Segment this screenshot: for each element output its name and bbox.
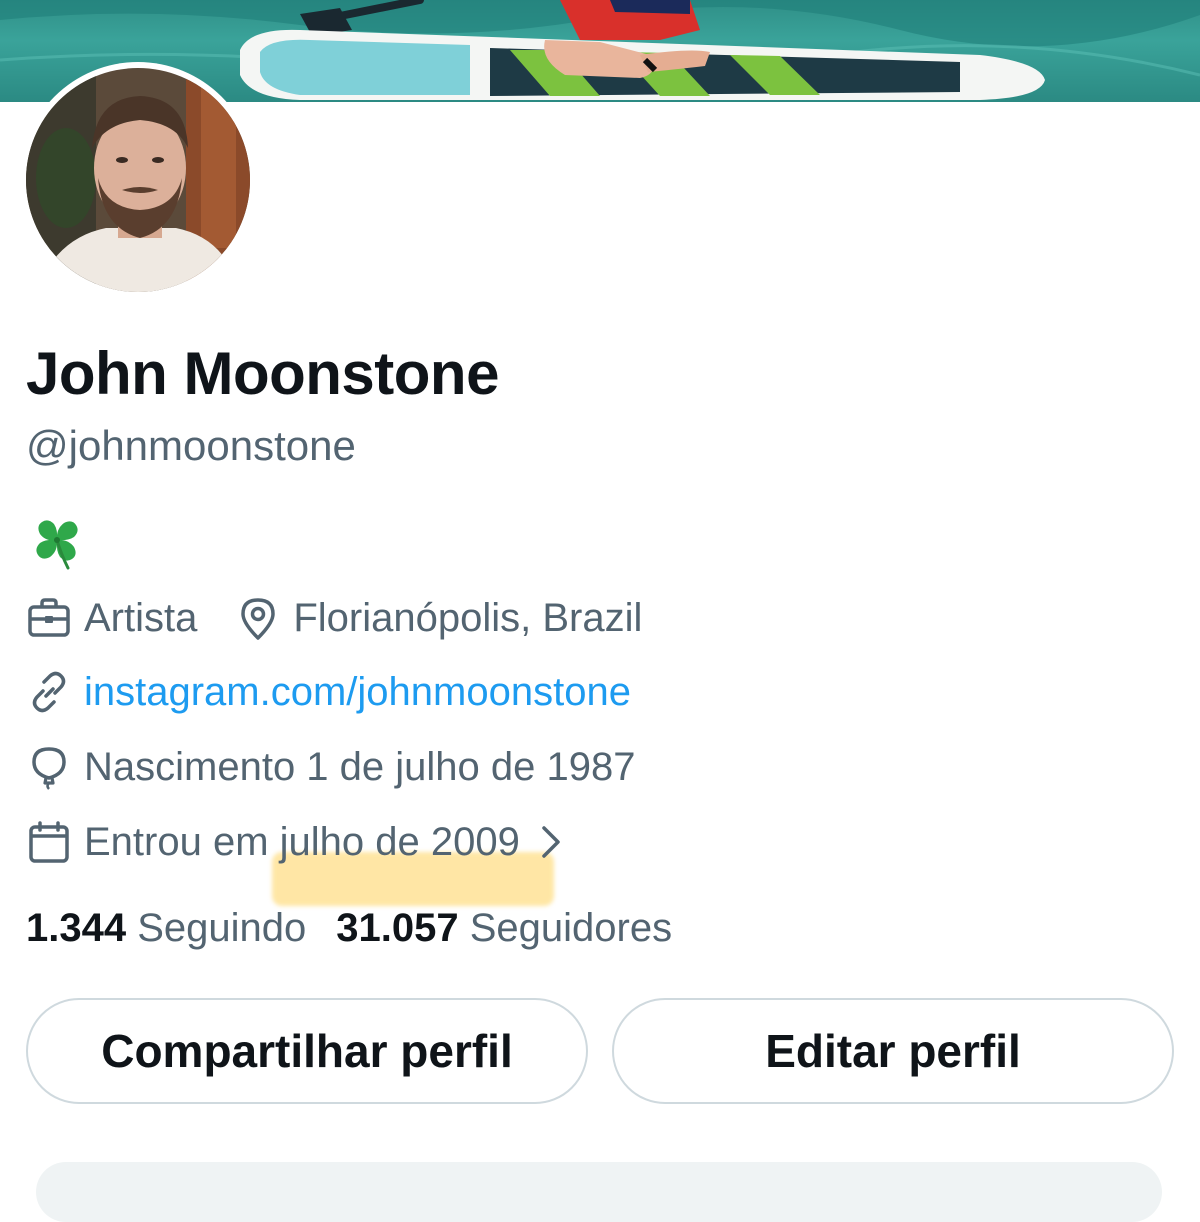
profile-website-row: instagram.com/johnmoonstone xyxy=(26,666,631,718)
profile-birthday-row: Nascimento 1 de julho de 1987 xyxy=(26,741,635,793)
birthday-text: Nascimento 1 de julho de 1987 xyxy=(84,745,636,789)
profile-handle: @johnmoonstone xyxy=(26,422,356,469)
four-leaf-clover-icon xyxy=(36,520,78,570)
briefcase-icon xyxy=(28,598,70,637)
edit-profile-button[interactable]: Editar perfil xyxy=(612,998,1174,1104)
profile-name: John Moonstone xyxy=(26,340,499,407)
follow-stats: 1.344 Seguindo 31.057 Seguidores xyxy=(26,902,672,954)
location-pin-icon xyxy=(241,598,276,640)
following-label: Seguindo xyxy=(137,906,307,950)
avatar[interactable] xyxy=(26,68,250,292)
profile-details-row-1: Artista Florianópolis, Brazil xyxy=(26,592,642,644)
calendar-icon xyxy=(29,821,69,863)
website-link[interactable]: instagram.com/johnmoonstone xyxy=(84,666,631,718)
followers-label: Seguidores xyxy=(469,906,673,950)
bottom-card xyxy=(36,1162,1162,1222)
location-text: Florianópolis, Brazil xyxy=(293,596,643,640)
profile-joined-row[interactable]: Entrou em julho de 2009 xyxy=(26,816,564,868)
share-profile-button[interactable]: Compartilhar perfil xyxy=(26,998,588,1104)
balloon-icon xyxy=(32,747,66,790)
avatar-photo xyxy=(26,68,250,292)
chevron-right-icon[interactable] xyxy=(538,822,564,862)
link-icon xyxy=(32,671,66,713)
following-stat[interactable]: 1.344 Seguindo xyxy=(26,906,306,950)
profession-text: Artista xyxy=(84,596,198,640)
following-count: 1.344 xyxy=(26,906,127,950)
joined-text: Entrou em julho de 2009 xyxy=(84,820,520,864)
followers-stat[interactable]: 31.057 Seguidores xyxy=(336,906,672,950)
followers-count: 31.057 xyxy=(336,906,459,950)
